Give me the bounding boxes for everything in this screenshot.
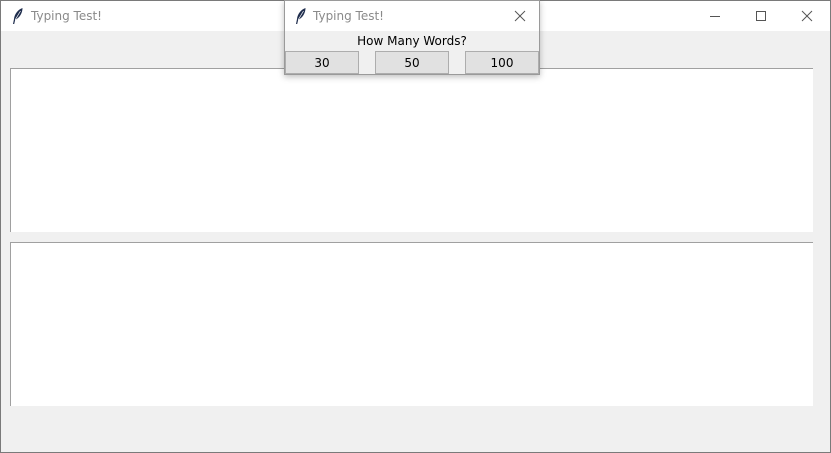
words-100-button[interactable]: 100 <box>465 51 539 74</box>
feather-icon <box>11 7 25 25</box>
word-count-prompt: How Many Words? <box>357 34 467 48</box>
dialog-title: Typing Test! <box>313 9 384 23</box>
prompt-text-area[interactable] <box>10 68 813 232</box>
minimize-icon <box>710 16 720 17</box>
maximize-icon <box>756 11 766 21</box>
words-50-button[interactable]: 50 <box>375 51 449 74</box>
window-title: Typing Test! <box>31 9 102 23</box>
close-button[interactable] <box>784 1 830 31</box>
minimize-button[interactable] <box>692 1 738 31</box>
word-count-dialog: Typing Test! How Many Words? 30 50 100 <box>284 0 540 75</box>
words-30-button[interactable]: 30 <box>285 51 359 74</box>
close-icon <box>514 10 526 22</box>
feather-icon <box>294 7 308 25</box>
maximize-button[interactable] <box>738 1 784 31</box>
close-icon <box>801 10 813 22</box>
typing-input-area[interactable] <box>10 242 813 406</box>
dialog-close-button[interactable] <box>511 7 529 25</box>
dialog-titlebar[interactable]: Typing Test! <box>285 1 539 31</box>
